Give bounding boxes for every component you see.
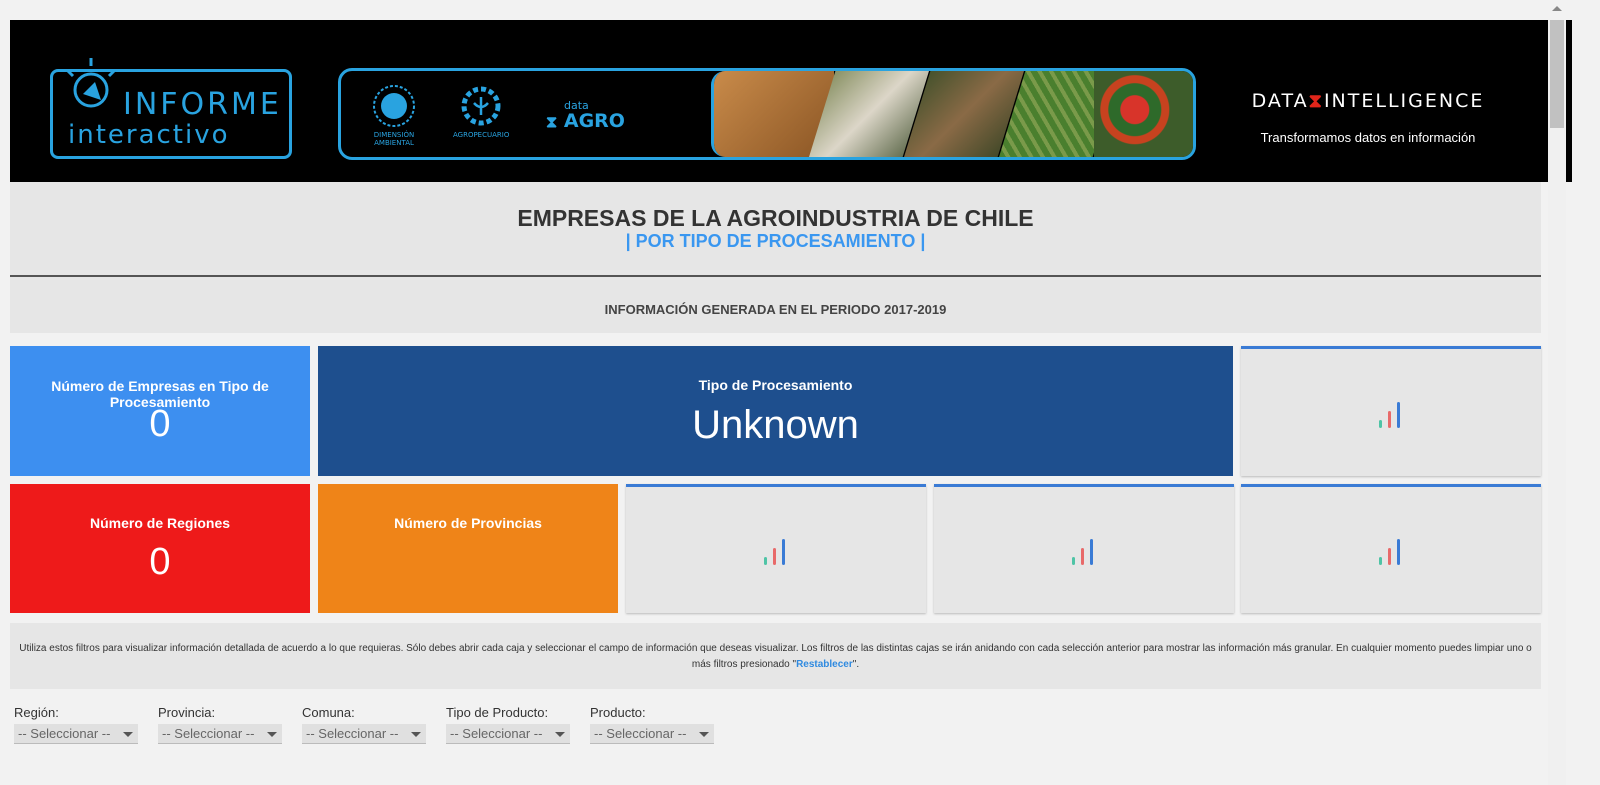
data-agro-logo: data ⧗ AGRO (546, 100, 625, 132)
filter-tipo-producto-label: Tipo de Producto: (446, 705, 549, 720)
page-title: EMPRESAS DE LA AGROINDUSTRIA DE CHILE (517, 205, 1034, 231)
filter-producto-label: Producto: (590, 705, 646, 720)
chevron-down-icon (411, 732, 421, 737)
loading-chart-icon (1379, 535, 1403, 565)
region-select[interactable]: -- Seleccionar -- (14, 724, 138, 744)
filter-comuna-label: Comuna: (302, 705, 355, 720)
header-banner: INFORME interactivo DIMENSIÓN AMBIENTAL … (10, 20, 1572, 182)
kpi-tipo-label: Tipo de Procesamiento (698, 377, 853, 393)
brand-left: DATA (1251, 90, 1309, 112)
brand-tagline: Transformamos datos en información (1260, 130, 1476, 145)
partner-label-1a: DIMENSIÓN (373, 131, 415, 139)
dimension-ambiental-logo: DIMENSIÓN AMBIENTAL (371, 83, 417, 147)
brand-right: INTELLIGENCE (1323, 90, 1485, 112)
kpi-regiones-card: Número de Regiones 0 (10, 484, 310, 613)
agropecuario-logo: AGROPECUARIO (453, 83, 509, 139)
logo-line2: interactivo (68, 120, 230, 150)
agro-photo-collage (711, 71, 1193, 157)
loading-chart-icon (764, 535, 788, 565)
period-note: INFORMACIÓN GENERADA EN EL PERIODO 2017-… (10, 277, 1541, 333)
kpi-tipo-card: Tipo de Procesamiento Unknown (318, 346, 1233, 476)
partner-logos-strip: DIMENSIÓN AMBIENTAL AGROPECUARIO data ⧗ … (338, 68, 1196, 160)
filter-region: Región: -- Seleccionar -- (14, 705, 140, 744)
filter-tipo-producto: Tipo de Producto: -- Seleccionar -- (446, 705, 572, 744)
loading-chart-icon (1072, 535, 1096, 565)
chart-placeholder-3 (934, 484, 1234, 613)
filter-comuna: Comuna: -- Seleccionar -- (302, 705, 428, 744)
scroll-up-arrow-icon[interactable] (1552, 6, 1562, 11)
chevron-down-icon (267, 732, 277, 737)
tipo-producto-select[interactable]: -- Seleccionar -- (446, 724, 570, 744)
tipo-producto-select-value: -- Seleccionar -- (450, 726, 543, 741)
filters-help-text: Utiliza estos filtros para visualizar in… (10, 623, 1541, 689)
kpi-regiones-label: Número de Regiones (89, 515, 231, 531)
logo-line1: INFORME (123, 87, 282, 122)
filter-provincia: Provincia: -- Seleccionar -- (158, 705, 284, 744)
region-select-value: -- Seleccionar -- (18, 726, 111, 741)
filter-producto: Producto: -- Seleccionar -- (590, 705, 716, 744)
kpi-provincias-card: Número de Provincias (318, 484, 618, 613)
chart-placeholder-2 (626, 484, 926, 613)
partner-label-1b: AMBIENTAL (374, 139, 414, 147)
chart-placeholder-4 (1241, 484, 1541, 613)
sun-seal-icon (373, 85, 415, 127)
loading-chart-icon (1379, 398, 1403, 428)
scrollbar-thumb[interactable] (1550, 20, 1564, 128)
help-text-before: Utiliza estos filtros para visualizar in… (19, 643, 1532, 670)
page: INFORME interactivo DIMENSIÓN AMBIENTAL … (10, 20, 1572, 333)
producto-select[interactable]: -- Seleccionar -- (590, 724, 714, 744)
restablecer-link[interactable]: Restablecer (796, 659, 853, 670)
provincia-select[interactable]: -- Seleccionar -- (158, 724, 282, 744)
report-title-area: EMPRESAS DE LA AGROINDUSTRIA DE CHILE | … (10, 182, 1541, 277)
data-agro-triangle-icon: ⧗ (546, 112, 558, 131)
vegetables-photo (1094, 71, 1193, 157)
chevron-down-icon (555, 732, 565, 737)
filter-region-label: Región: (14, 705, 59, 720)
vertical-scrollbar[interactable] (1548, 6, 1566, 785)
gear-plant-icon (461, 86, 501, 126)
brand-x-icon: ⧗ (1308, 90, 1324, 112)
producto-select-value: -- Seleccionar -- (594, 726, 687, 741)
informe-interactivo-logo: INFORME interactivo (50, 58, 292, 159)
partner-label-2: AGROPECUARIO (453, 131, 510, 139)
comuna-select[interactable]: -- Seleccionar -- (302, 724, 426, 744)
chevron-down-icon (123, 732, 133, 737)
kpi-tipo-value: Unknown (692, 403, 859, 447)
filter-provincia-label: Provincia: (158, 705, 216, 720)
comuna-select-value: -- Seleccionar -- (306, 726, 399, 741)
lightbulb-icon (65, 58, 117, 108)
data-agro-big: AGRO (563, 110, 625, 132)
provincia-select-value: -- Seleccionar -- (162, 726, 255, 741)
kpi-empresas-value: 0 (149, 403, 171, 445)
help-text-after: ". (852, 659, 860, 670)
kpi-regiones-value: 0 (149, 541, 171, 583)
page-subtitle: | POR TIPO DE PROCESAMIENTO | (625, 231, 926, 251)
chevron-down-icon (699, 732, 709, 737)
kpi-empresas-card: Número de Empresas en Tipo de Procesamie… (10, 346, 310, 476)
chart-placeholder-1 (1241, 346, 1541, 476)
kpi-provincias-label: Número de Provincias (394, 515, 542, 531)
data-intelligence-brand: DATA⧗INTELLIGENCE Transformamos datos en… (1238, 90, 1498, 145)
